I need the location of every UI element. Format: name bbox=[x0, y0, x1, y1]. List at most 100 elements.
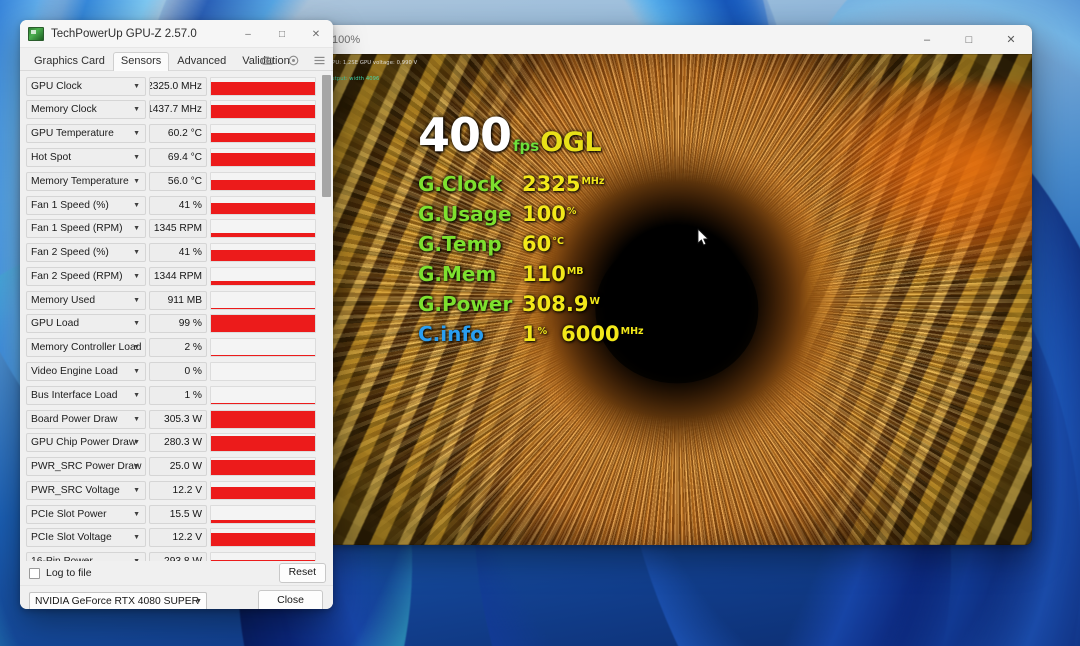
chevron-down-icon[interactable]: ▼ bbox=[133, 487, 140, 494]
tab-advanced[interactable]: Advanced bbox=[169, 52, 234, 71]
gpuz-window-controls: – □ ✕ bbox=[231, 20, 333, 50]
reset-button[interactable]: Reset bbox=[278, 563, 326, 583]
furmark-minimize-icon[interactable]: – bbox=[906, 25, 948, 54]
furmark-window[interactable]: 100% – □ ✕ GPU: 1,2SE GPU voltage: 0,990… bbox=[322, 25, 1032, 545]
osd-stat-row: G.Usage 100% bbox=[418, 202, 644, 226]
log-to-file-checkbox[interactable] bbox=[29, 567, 40, 579]
osd-api-label: OGL bbox=[540, 127, 602, 158]
osd-stat-row: G.Power 308.9 W bbox=[418, 292, 644, 316]
sensor-row[interactable]: Hot Spot ▼ 69.4 °C bbox=[26, 146, 316, 168]
chevron-down-icon[interactable]: ▼ bbox=[133, 83, 140, 90]
sensor-value: 911 MB bbox=[149, 290, 207, 310]
sensor-row[interactable]: PWR_SRC Voltage ▼ 12.2 V bbox=[26, 479, 316, 501]
gpuz-maximize-icon[interactable]: □ bbox=[265, 20, 299, 48]
chevron-down-icon[interactable]: ▼ bbox=[133, 202, 140, 209]
chevron-down-icon[interactable]: ▼ bbox=[133, 392, 140, 399]
sensor-row[interactable]: Fan 1 Speed (RPM) ▼ 1345 RPM bbox=[26, 218, 316, 240]
osd-stat-value: 60 bbox=[522, 232, 552, 256]
gpuz-close-icon[interactable]: ✕ bbox=[299, 20, 333, 48]
sensor-graph bbox=[210, 480, 316, 500]
sensor-row[interactable]: Memory Used ▼ 911 MB bbox=[26, 289, 316, 311]
osd-stat-key: G.Mem bbox=[418, 262, 497, 286]
chevron-down-icon[interactable]: ▼ bbox=[133, 368, 140, 375]
osd-stat-value: 1 bbox=[522, 322, 537, 346]
sensor-row[interactable]: GPU Temperature ▼ 60.2 °C bbox=[26, 123, 316, 145]
sensor-value: 293.8 W bbox=[149, 552, 207, 561]
chevron-down-icon[interactable]: ▼ bbox=[133, 273, 140, 280]
osd-fps-unit: fps bbox=[513, 137, 540, 155]
chevron-down-icon[interactable]: ▼ bbox=[133, 416, 140, 423]
sensor-name-label: Video Engine Load bbox=[31, 365, 118, 377]
furmark-maximize-icon[interactable]: □ bbox=[948, 25, 990, 54]
sensor-row[interactable]: PCIe Slot Power ▼ 15.5 W bbox=[26, 503, 316, 525]
osd-stat-unit: % bbox=[537, 326, 548, 337]
sensor-name: GPU Chip Power Draw ▼ bbox=[26, 433, 146, 453]
sensor-graph bbox=[210, 124, 316, 144]
sensor-name: GPU Clock ▼ bbox=[26, 76, 146, 96]
sensor-row[interactable]: Fan 1 Speed (%) ▼ 41 % bbox=[26, 194, 316, 216]
chevron-down-icon[interactable]: ▼ bbox=[133, 439, 140, 446]
sensor-graph-bar bbox=[211, 81, 315, 95]
sensor-graph-bar bbox=[211, 307, 315, 309]
menu-icon[interactable] bbox=[313, 54, 326, 67]
chevron-down-icon[interactable]: ▼ bbox=[133, 320, 140, 327]
sensor-scrollbar[interactable] bbox=[322, 75, 331, 553]
share-icon[interactable] bbox=[287, 54, 300, 67]
osd-stat-key: G.Clock bbox=[418, 172, 503, 196]
chevron-down-icon[interactable]: ▼ bbox=[133, 225, 140, 232]
sensor-row[interactable]: Fan 2 Speed (RPM) ▼ 1344 RPM bbox=[26, 265, 316, 287]
furmark-close-icon[interactable]: ✕ bbox=[990, 25, 1032, 54]
chevron-down-icon[interactable]: ▼ bbox=[133, 511, 140, 518]
chevron-down-icon[interactable]: ▼ bbox=[133, 154, 140, 161]
sensor-name: Fan 2 Speed (%) ▼ bbox=[26, 243, 146, 263]
furmark-render-canvas[interactable]: GPU: 1,2SE GPU voltage: 0,990 V output: … bbox=[322, 54, 1032, 545]
sensor-graph-bar bbox=[211, 533, 315, 547]
gpuz-titlebar[interactable]: TechPowerUp GPU-Z 2.57.0 – □ ✕ bbox=[20, 20, 333, 48]
sensor-scrollbar-thumb[interactable] bbox=[322, 75, 331, 197]
sensor-name: Bus Interface Load ▼ bbox=[26, 385, 146, 405]
sensor-graph bbox=[210, 76, 316, 96]
sensor-graph bbox=[210, 243, 316, 263]
sensor-row[interactable]: GPU Chip Power Draw ▼ 280.3 W bbox=[26, 432, 316, 454]
sensor-row[interactable]: PCIe Slot Voltage ▼ 12.2 V bbox=[26, 527, 316, 549]
chevron-down-icon[interactable]: ▼ bbox=[133, 106, 140, 113]
sensor-row[interactable]: 16-Pin Power▼293.8 W bbox=[26, 551, 316, 561]
chevron-down-icon[interactable]: ▼ bbox=[133, 463, 140, 470]
sensor-name-label: Memory Clock bbox=[31, 104, 97, 116]
chevron-down-icon[interactable]: ▼ bbox=[133, 130, 140, 137]
chevron-down-icon[interactable]: ▼ bbox=[133, 534, 140, 541]
sensor-graph bbox=[210, 266, 316, 286]
chevron-down-icon[interactable]: ▼ bbox=[133, 297, 140, 304]
sensor-value: 1 % bbox=[149, 385, 207, 405]
furmark-titlebar[interactable]: 100% – □ ✕ bbox=[322, 25, 1032, 54]
gpuz-minimize-icon[interactable]: – bbox=[231, 20, 265, 48]
sensor-row[interactable]: Board Power Draw ▼ 305.3 W bbox=[26, 408, 316, 430]
gpu-select-dropdown[interactable]: NVIDIA GeForce RTX 4080 SUPER ▼ bbox=[29, 591, 207, 609]
sensor-value: 99 % bbox=[149, 314, 207, 334]
sensor-value: 1345 RPM bbox=[149, 219, 207, 239]
tab-sensors[interactable]: Sensors bbox=[112, 52, 170, 71]
chevron-down-icon[interactable]: ▼ bbox=[133, 344, 140, 351]
sensor-row[interactable]: Memory Controller Load ▼ 2 % bbox=[26, 337, 316, 359]
camera-icon[interactable] bbox=[261, 54, 274, 67]
sensor-name: Memory Controller Load ▼ bbox=[26, 338, 146, 358]
osd-stat-row: G.Temp 60 °C bbox=[418, 232, 644, 256]
chevron-down-icon[interactable]: ▼ bbox=[133, 249, 140, 256]
chevron-down-icon[interactable]: ▼ bbox=[133, 178, 140, 185]
sensor-row[interactable]: Memory Clock ▼ 1437.7 MHz bbox=[26, 99, 316, 121]
sensor-row[interactable]: GPU Clock ▼ 2325.0 MHz bbox=[26, 75, 316, 97]
tab-graphics-card[interactable]: Graphics Card bbox=[26, 52, 113, 71]
sensor-value: 305.3 W bbox=[149, 409, 207, 429]
sensor-row[interactable]: Fan 2 Speed (%) ▼ 41 % bbox=[26, 241, 316, 263]
sensor-row[interactable]: Memory Temperature ▼ 56.0 °C bbox=[26, 170, 316, 192]
sensor-row[interactable]: Video Engine Load ▼ 0 % bbox=[26, 360, 316, 382]
sensor-row[interactable]: Bus Interface Load ▼ 1 % bbox=[26, 384, 316, 406]
sensor-graph-bar bbox=[211, 460, 315, 476]
gpuz-window[interactable]: TechPowerUp GPU-Z 2.57.0 – □ ✕ Graphics … bbox=[20, 20, 333, 609]
close-button[interactable]: Close bbox=[258, 590, 323, 609]
osd-stat-value-2: 6000 bbox=[561, 322, 620, 346]
sensor-row[interactable]: GPU Load ▼ 99 % bbox=[26, 313, 316, 335]
sensor-name: GPU Temperature ▼ bbox=[26, 124, 146, 144]
sensor-name-label: Memory Temperature bbox=[31, 175, 129, 187]
sensor-row[interactable]: PWR_SRC Power Draw ▼ 25.0 W bbox=[26, 456, 316, 478]
